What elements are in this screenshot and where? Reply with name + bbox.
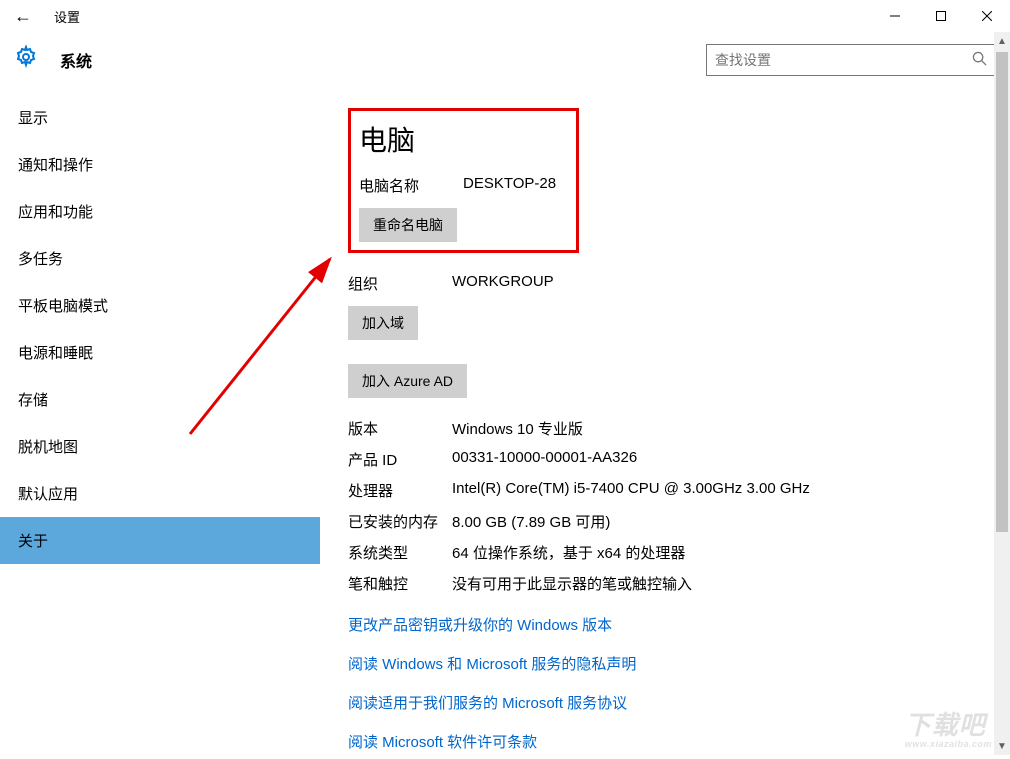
spec-row: 已安装的内存8.00 GB (7.89 GB 可用) [348,511,1000,532]
main: 显示 通知和操作 应用和功能 多任务 平板电脑模式 电源和睡眠 存储 脱机地图 … [0,94,1010,759]
spec-label: 系统类型 [348,542,452,563]
rename-pc-button[interactable]: 重命名电脑 [359,208,457,242]
spec-label: 产品 ID [348,449,452,470]
titlebar: ← 设置 [0,0,1010,32]
spec-label: 笔和触控 [348,573,452,594]
sidebar-item-display[interactable]: 显示 [0,94,320,141]
specs-section: 版本Windows 10 专业版 产品 ID00331-10000-00001-… [348,418,1000,594]
back-button[interactable]: ← [14,6,32,27]
sidebar-item-multitask[interactable]: 多任务 [0,235,320,282]
spec-label: 处理器 [348,480,452,501]
spec-value: Windows 10 专业版 [452,418,583,439]
spec-row: 系统类型64 位操作系统，基于 x64 的处理器 [348,542,1000,563]
spec-value: 64 位操作系统，基于 x64 的处理器 [452,542,685,563]
pc-name-label: 电脑名称 [359,175,463,196]
sidebar: 显示 通知和操作 应用和功能 多任务 平板电脑模式 电源和睡眠 存储 脱机地图 … [0,94,320,759]
org-section: 组织 WORKGROUP 加入域 [348,273,1000,340]
close-button[interactable] [964,0,1010,32]
spec-value: 00331-10000-00001-AA326 [452,449,637,470]
section-title: 系统 [60,48,92,72]
gear-icon [14,45,38,75]
spec-row: 处理器Intel(R) Core(TM) i5-7400 CPU @ 3.00G… [348,480,1000,501]
spec-value: 8.00 GB (7.89 GB 可用) [452,511,610,532]
spec-label: 已安装的内存 [348,511,452,532]
link-license-terms[interactable]: 阅读 Microsoft 软件许可条款 [348,731,1000,752]
link-privacy[interactable]: 阅读 Windows 和 Microsoft 服务的隐私声明 [348,653,1000,674]
sidebar-item-power[interactable]: 电源和睡眠 [0,329,320,376]
maximize-button[interactable] [918,0,964,32]
minimize-button[interactable] [872,0,918,32]
scroll-up-button[interactable]: ▲ [994,32,1010,50]
org-label: 组织 [348,273,452,294]
search-input[interactable] [715,52,972,68]
sidebar-item-storage[interactable]: 存储 [0,376,320,423]
sidebar-item-default-apps[interactable]: 默认应用 [0,470,320,517]
content: 电脑 电脑名称 DESKTOP-28 重命名电脑 组织 WORKGROUP 加入… [320,94,1010,759]
header: 系统 [0,32,1010,94]
scroll-down-button[interactable]: ▼ [994,737,1010,755]
pc-name-value: DESKTOP-28 [463,175,556,196]
spec-label: 版本 [348,418,452,439]
spec-row: 产品 ID00331-10000-00001-AA326 [348,449,1000,470]
pc-name-highlight-box: 电脑 电脑名称 DESKTOP-28 重命名电脑 [348,108,579,253]
spec-value: Intel(R) Core(TM) i5-7400 CPU @ 3.00GHz … [452,480,810,501]
window-title: 设置 [54,7,80,26]
scrollbar[interactable]: ▲ ▼ [994,32,1010,755]
scroll-thumb[interactable] [996,52,1008,532]
spec-row: 笔和触控没有可用于此显示器的笔或触控输入 [348,573,1000,594]
sidebar-item-apps[interactable]: 应用和功能 [0,188,320,235]
join-azure-button[interactable]: 加入 Azure AD [348,364,467,398]
pc-heading: 电脑 [359,119,556,159]
sidebar-item-about[interactable]: 关于 [0,517,320,564]
search-icon [972,51,987,70]
sidebar-item-offline-maps[interactable]: 脱机地图 [0,423,320,470]
spec-value: 没有可用于此显示器的笔或触控输入 [452,573,692,594]
link-services-agreement[interactable]: 阅读适用于我们服务的 Microsoft 服务协议 [348,692,1000,713]
spec-row: 版本Windows 10 专业版 [348,418,1000,439]
join-domain-button[interactable]: 加入域 [348,306,418,340]
azure-section: 加入 Azure AD [348,360,1000,398]
sidebar-item-tablet[interactable]: 平板电脑模式 [0,282,320,329]
org-value: WORKGROUP [452,273,554,294]
search-box[interactable] [706,44,996,76]
window-controls [872,0,1010,32]
sidebar-item-notifications[interactable]: 通知和操作 [0,141,320,188]
link-change-product-key[interactable]: 更改产品密钥或升级你的 Windows 版本 [348,614,1000,635]
